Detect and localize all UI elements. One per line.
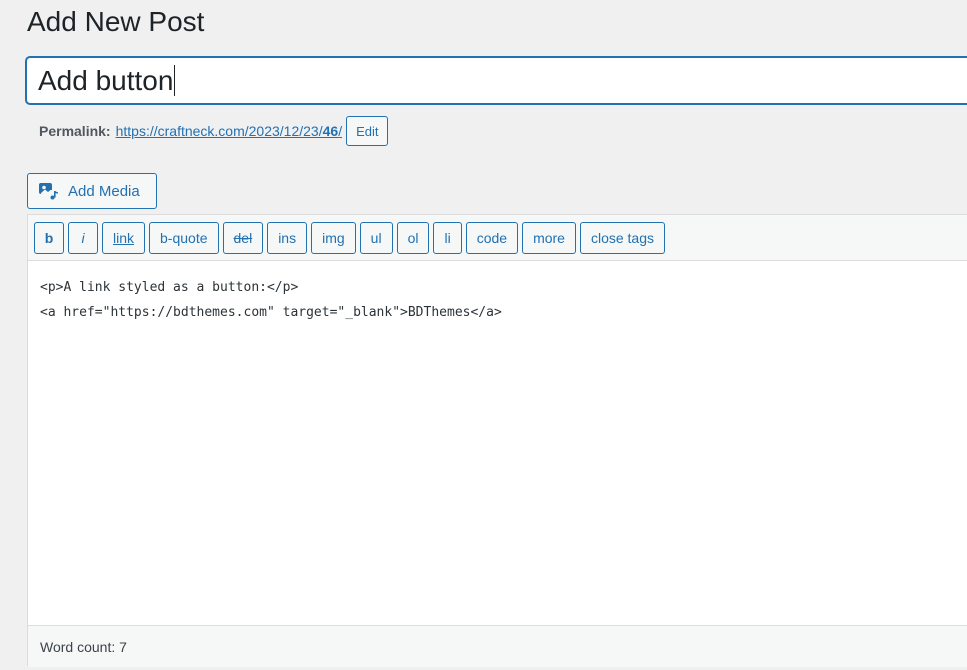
qt-button-del[interactable]: del	[222, 221, 264, 254]
qt-button-i[interactable]: i	[68, 221, 98, 254]
word-count: Word count: 7	[40, 638, 127, 655]
qt-button-close-tags[interactable]: close tags	[579, 221, 666, 254]
qt-button-link[interactable]: link	[102, 221, 146, 254]
permalink-edit-button[interactable]: Edit	[346, 116, 389, 146]
add-media-icon	[39, 183, 59, 200]
code-line: <p>A link styled as a button:</p>	[40, 280, 299, 295]
content-textarea[interactable]: <p>A link styled as a button:</p> <a href…	[28, 261, 967, 623]
permalink-row: Permalink: https://craftneck.com/2023/12…	[39, 115, 389, 147]
add-media-button[interactable]: Add Media	[27, 173, 157, 209]
post-title-value: Add button	[38, 64, 174, 96]
code-line: <a href="https://bdthemes.com" target="_…	[40, 305, 502, 320]
qt-button-ul[interactable]: ul	[359, 221, 393, 254]
qt-button-img[interactable]: img	[311, 221, 356, 254]
permalink-url-suffix: /	[338, 123, 343, 139]
qt-button-code[interactable]: code	[465, 221, 519, 254]
qt-button-b[interactable]: b	[34, 221, 64, 254]
status-bar: Word count: 7	[28, 625, 967, 667]
qt-button-b-quote[interactable]: b-quote	[149, 221, 219, 254]
qt-button-ol[interactable]: ol	[396, 221, 430, 254]
permalink-url[interactable]: https://craftneck.com/2023/12/23/46/	[116, 123, 342, 139]
text-editor: b i link b-quote del ins img ul ol li co…	[27, 214, 967, 667]
qt-button-ins[interactable]: ins	[267, 221, 308, 254]
permalink-url-slug: 46	[322, 123, 339, 139]
permalink-label: Permalink:	[39, 123, 111, 139]
qt-button-more[interactable]: more	[522, 221, 576, 254]
add-media-label: Add Media	[68, 182, 140, 200]
post-title-input[interactable]: Add button	[26, 57, 967, 104]
page-title: Add New Post	[27, 6, 205, 37]
qt-button-li[interactable]: li	[433, 221, 462, 254]
permalink-url-prefix: https://craftneck.com/2023/12/23/	[115, 123, 323, 139]
text-caret	[174, 65, 176, 96]
quicktags-toolbar: b i link b-quote del ins img ul ol li co…	[28, 215, 967, 261]
